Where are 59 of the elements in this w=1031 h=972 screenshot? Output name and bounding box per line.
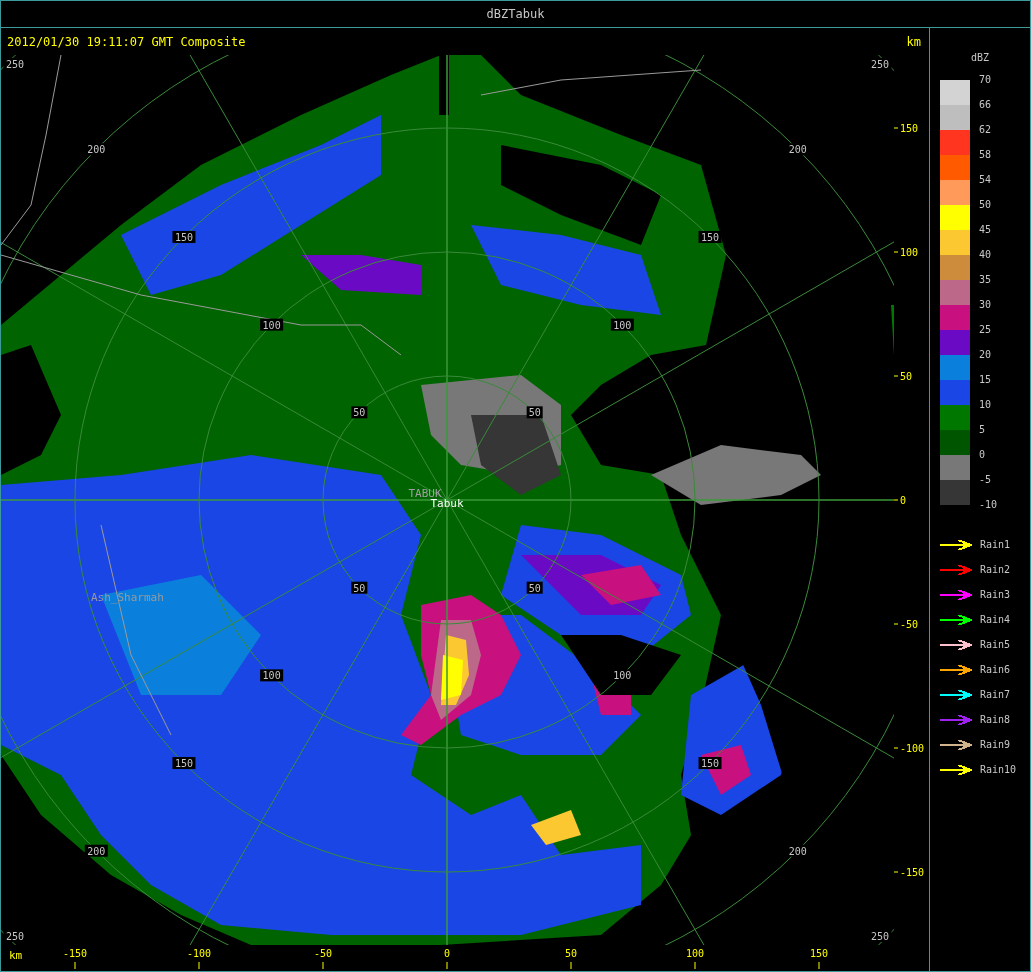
scale-tick-label: 35 [979, 274, 993, 287]
place-label: Tabuk [430, 497, 464, 510]
scale-tick-label: 5 [979, 424, 987, 437]
place-label: Ash_Sharmah [91, 591, 164, 604]
scale-tick-label: 58 [979, 149, 993, 162]
scale-tick-label: 50 [979, 199, 993, 212]
place-label: TABUK [408, 487, 442, 500]
scale-tick-label: -10 [979, 499, 998, 512]
axis-tick-label: -100 [894, 743, 925, 754]
range-label: 100 [260, 669, 284, 682]
axis-tick-label: -50 [894, 619, 919, 630]
scale-tick-label: 45 [979, 224, 993, 237]
range-label: 150 [698, 757, 722, 770]
axis-tick-label: 150 [809, 948, 829, 970]
axis-tick-label: 100 [685, 948, 705, 970]
track-label: Rain10 [980, 764, 1017, 775]
axis-tick-label: 150 [894, 123, 919, 134]
timestamp: 2012/01/30 19:11:07 GMT Composite [7, 34, 246, 49]
scale-tick-label: 30 [979, 299, 993, 312]
axis-tick-label: -50 [313, 948, 333, 970]
unit-label: km [9, 949, 23, 962]
scale-tick-label: 40 [979, 249, 993, 262]
track-label: Rain5 [980, 639, 1011, 650]
scale-tick-label: 62 [979, 124, 993, 137]
scale-tick-label: -5 [979, 474, 993, 487]
axis-tick-label: 50 [565, 948, 577, 970]
scale-tick-label: 20 [979, 349, 993, 362]
track-label: Rain3 [980, 589, 1011, 600]
track-label: Rain6 [980, 664, 1011, 675]
track-label: Rain1 [980, 539, 1011, 550]
range-label: 250 [868, 930, 892, 942]
scale-tick-label: 54 [979, 174, 993, 187]
axis-tick-label: -100 [186, 948, 212, 970]
range-label: 150 [172, 757, 196, 770]
axis-tick-label: 50 [894, 371, 913, 382]
scale-tick-label: 25 [979, 324, 993, 337]
scale-tick-label: 15 [979, 374, 993, 387]
scale-tick-label: 0 [979, 449, 987, 462]
axis-tick-label: 0 [894, 495, 907, 506]
track-label: Rain9 [980, 739, 1011, 750]
storm-core-drawing [441, 655, 463, 700]
axis-tick-label: 0 [444, 948, 450, 970]
axis-tick-label: 100 [894, 247, 919, 258]
legend-title: dBZ [969, 52, 991, 65]
range-label: 250 [3, 58, 27, 70]
range-label: 250 [868, 58, 892, 70]
range-label: 250 [3, 930, 27, 942]
window-title: dBZTabuk [486, 7, 545, 21]
scale-tick-label: 66 [979, 99, 993, 112]
axis-tick-label: -150 [62, 948, 88, 970]
track-label: Rain4 [980, 614, 1011, 625]
track-label: Rain7 [980, 689, 1011, 700]
track-label: Rain8 [980, 714, 1011, 725]
unit-label: km [906, 34, 921, 49]
track-label: Rain2 [980, 564, 1011, 575]
axis-tick-label: -150 [894, 867, 925, 878]
scale-tick-label: 10 [979, 399, 993, 412]
scale-tick-label: 70 [979, 74, 993, 87]
range-label: 50 [351, 406, 368, 419]
